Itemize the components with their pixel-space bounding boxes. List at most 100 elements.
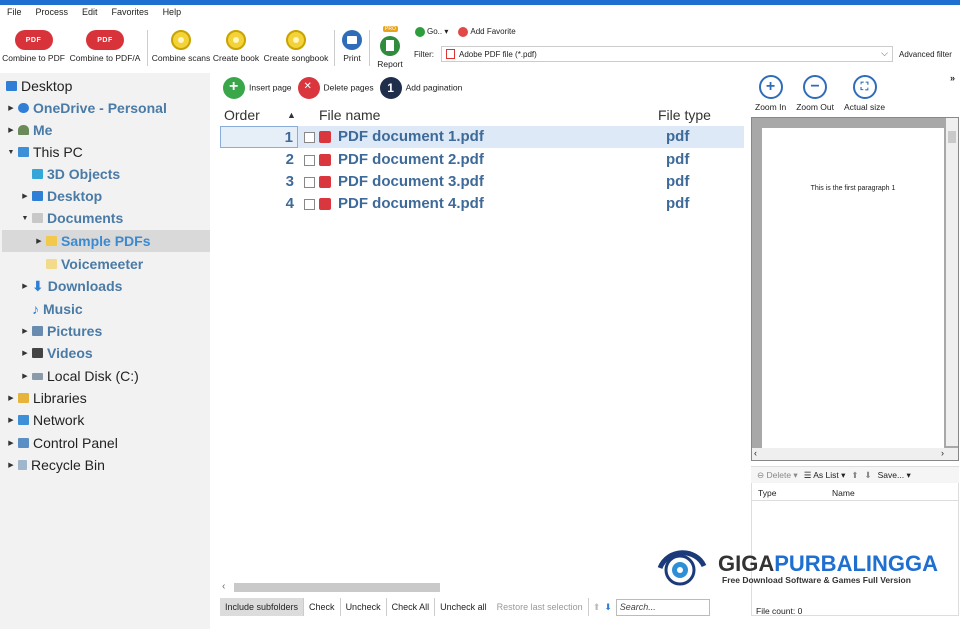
order-cell: 3 [285,173,294,190]
tree-item-documents[interactable]: ▼ Documents [20,207,124,229]
tree-item-recycle-bin[interactable]: ▶ Recycle Bin [6,454,105,476]
document-icon [32,213,43,223]
uncheck-all-button[interactable]: Uncheck all [435,598,492,616]
delete-pages-button[interactable]: Delete pages [297,77,374,99]
zoom-in-button[interactable]: + Zoom In [755,75,786,112]
move-down-icon[interactable]: ⬇ [604,602,612,613]
column-header-type[interactable]: Type [758,488,776,498]
folder-tree: Desktop ▶ OneDrive - Personal ▶ Me ▼ Thi… [0,73,210,629]
tree-item-libraries[interactable]: ▶ Libraries [6,387,86,409]
expand-arrow-icon: ▶ [8,127,14,134]
move-down-icon[interactable]: ⬇ [865,470,872,481]
row-checkbox[interactable] [304,132,315,143]
tree-item-me[interactable]: ▶ Me [6,119,52,141]
go-button[interactable]: Go.. ▾ [415,27,448,37]
expand-arrow-icon: ▶ [8,105,14,112]
preview-horizontal-scrollbar[interactable]: ‹ › [752,448,958,460]
eye-logo-icon [657,550,707,586]
combine-scans-button[interactable]: Combine scans [152,24,210,63]
collapse-arrow-icon: ▼ [7,148,15,156]
combine-to-pdfa-button[interactable]: PDF Combine to PDF/A [67,24,143,63]
column-header-name[interactable]: Name [832,488,855,498]
table-header: Order ▲ File name File type [223,107,745,125]
check-all-button[interactable]: Check All [387,598,436,616]
column-header-file-type[interactable]: File type [658,107,711,123]
uncheck-button[interactable]: Uncheck [341,598,387,616]
disk-icon [32,372,43,380]
expand-arrow-icon: ▶ [22,350,28,357]
actual-size-button[interactable]: ⛶ Actual size [844,75,885,112]
zoom-out-button[interactable]: − Zoom Out [796,75,834,112]
expand-arrow-icon: ▶ [22,193,28,200]
insert-page-button[interactable]: Insert page [223,77,292,99]
menu-process[interactable]: Process [36,7,69,23]
add-pagination-button[interactable]: 1 Add pagination [379,77,462,99]
table-row[interactable]: 2 PDF document 2.pdf pdf [220,149,744,171]
scroll-thumb[interactable] [948,131,956,143]
move-up-icon[interactable]: ⬆ [593,602,601,613]
print-button[interactable]: Print [339,24,365,63]
tree-item-downloads[interactable]: ▶ ⬇ Downloads [20,275,122,297]
tree-item-pictures[interactable]: ▶ Pictures [20,320,102,342]
create-songbook-button[interactable]: Create songbook [262,24,330,63]
tree-item-onedrive[interactable]: ▶ OneDrive - Personal [6,97,167,119]
desktop-icon [6,81,17,91]
tree-item-desktop[interactable]: ▶ Desktop [20,185,102,207]
go-icon [415,27,425,37]
menu-help[interactable]: Help [163,7,182,23]
create-book-button[interactable]: Create book [210,24,262,63]
window-top-accent [0,0,960,5]
as-list-button[interactable]: ☰ As List ▾ [804,470,846,481]
pdf-file-icon [319,154,331,166]
pdf-preview: This is the first paragraph 1 ‹ › [751,117,959,461]
table-row[interactable]: 1 PDF document 1.pdf pdf [220,126,744,148]
check-button[interactable]: Check [304,598,341,616]
row-checkbox[interactable] [304,177,315,188]
move-up-icon[interactable]: ⬆ [851,470,858,481]
delete-button[interactable]: ⊖ Delete ▾ [757,470,798,481]
collapse-arrow-icon: ▼ [21,214,29,222]
tree-item-3d-objects[interactable]: 3D Objects [30,163,120,185]
tree-item-control-panel[interactable]: ▶ Control Panel [6,432,118,454]
column-header-order[interactable]: Order [224,107,260,123]
download-arrow-icon: ⬇ [32,277,44,294]
advanced-filter-button[interactable]: Advanced filter [899,50,952,59]
restore-selection-button[interactable]: Restore last selection [492,598,589,616]
row-checkbox[interactable] [304,199,315,210]
menu-file[interactable]: File [7,7,22,23]
column-header-file-name[interactable]: File name [319,107,380,123]
tree-item-videos[interactable]: ▶ Videos [20,342,92,364]
scroll-right-icon[interactable]: › [941,448,944,458]
tree-item-desktop-root[interactable]: Desktop [4,75,72,97]
tree-item-sample-pdfs[interactable]: ▶ Sample PDFs [2,230,210,252]
table-row[interactable]: 3 PDF document 3.pdf pdf [220,171,744,193]
expand-arrow-icon: ▶ [36,238,42,245]
tree-item-voicemeeter[interactable]: Voicemeeter [44,253,143,275]
vertical-scrollbar[interactable] [946,118,958,446]
include-subfolders-toggle[interactable]: Include subfolders [220,598,305,616]
menu-favorites[interactable]: Favorites [112,7,149,23]
tree-item-music[interactable]: ♪ Music [30,298,83,320]
search-input[interactable]: Search... [615,598,710,616]
save-button[interactable]: Save... ▾ [878,470,911,481]
scroll-thumb[interactable] [234,583,440,592]
file-type-cell: pdf [666,151,690,168]
tree-item-local-disk[interactable]: ▶ Local Disk (C:) [20,365,139,387]
pdf-file-icon [319,198,331,210]
scroll-left-icon[interactable]: ‹ [222,581,225,592]
add-favorite-button[interactable]: Add Favorite [458,27,516,37]
file-type-cell: pdf [666,128,690,145]
watermark-logo: GIGAPURBALINGGA Free Download Software &… [656,542,946,592]
expand-arrow-icon: ▶ [8,395,14,402]
tree-item-network[interactable]: ▶ Network [6,409,84,431]
printer-icon [342,30,362,50]
double-chevron-icon[interactable]: » [950,73,955,83]
table-row[interactable]: 4 PDF document 4.pdf pdf [220,193,744,215]
filter-select[interactable]: Adobe PDF file (*.pdf) ⌵ [441,46,893,62]
tree-item-this-pc[interactable]: ▼ This PC [6,141,83,163]
row-checkbox[interactable] [304,155,315,166]
scroll-left-icon[interactable]: ‹ [754,448,757,458]
menu-edit[interactable]: Edit [82,7,98,23]
combine-to-pdf-button[interactable]: PDF Combine to PDF [0,24,67,63]
order-cell: 2 [285,151,294,168]
